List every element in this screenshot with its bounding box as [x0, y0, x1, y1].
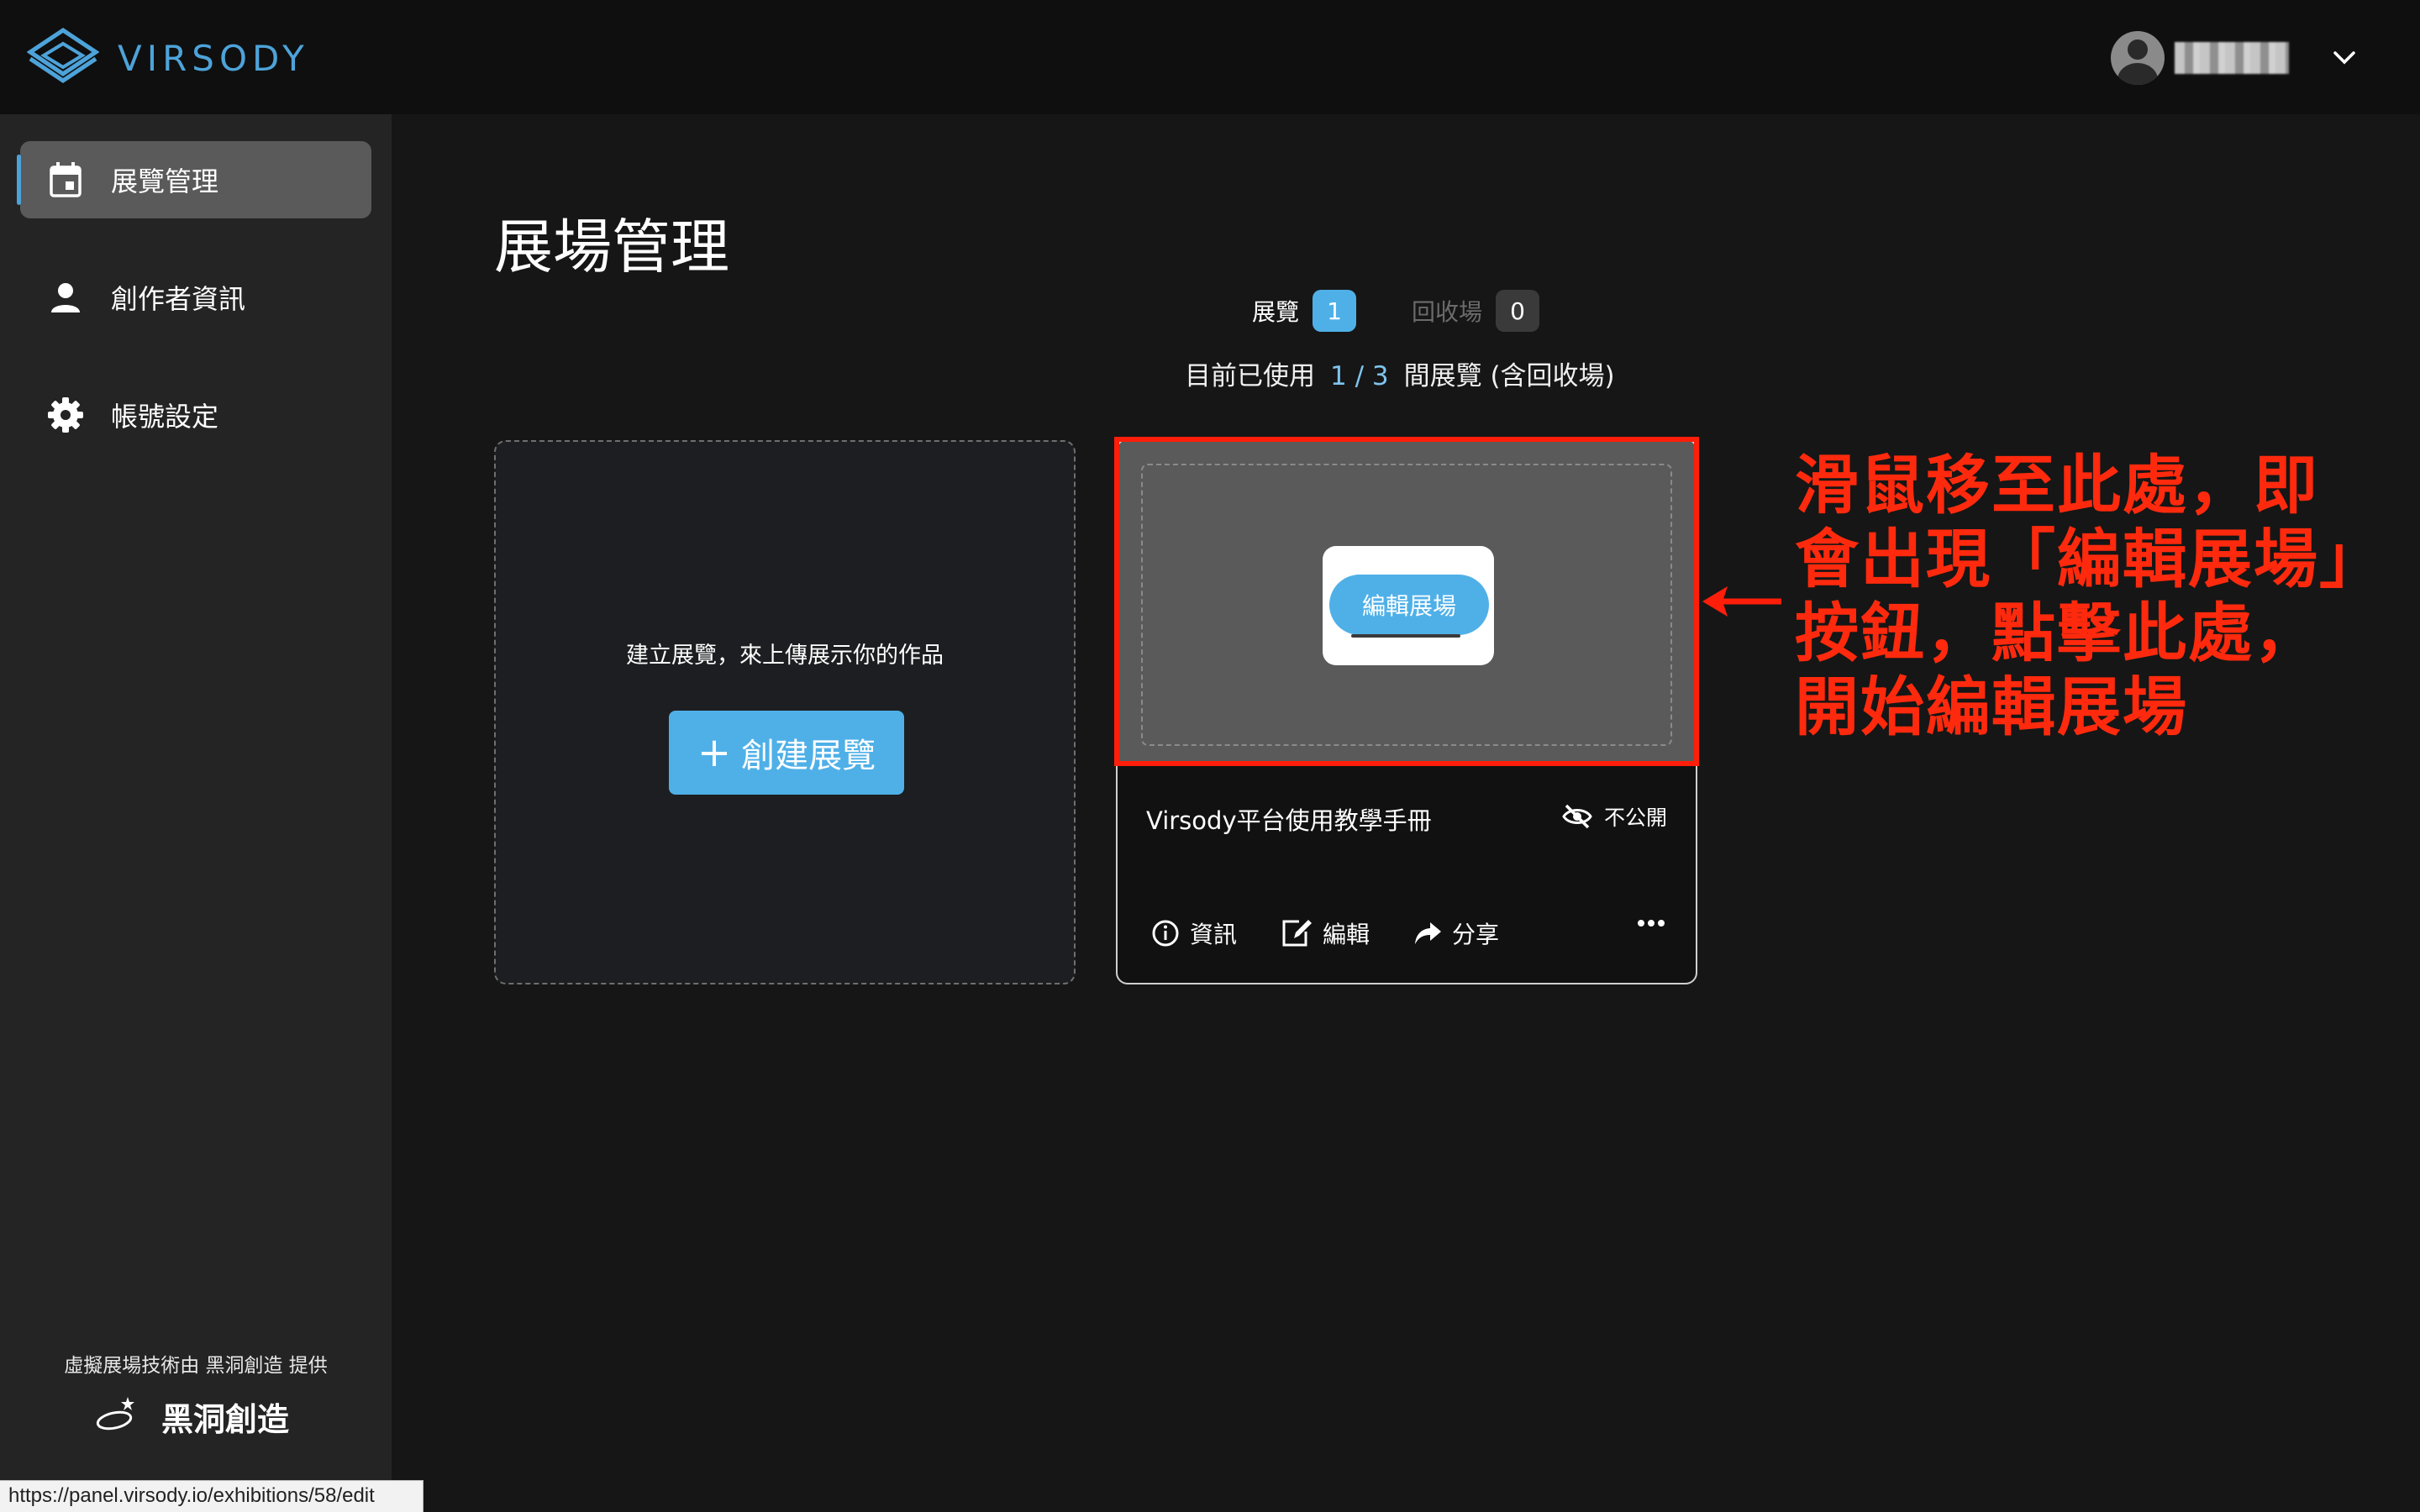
sidebar-item-label: 創作者資訊 [111, 283, 246, 315]
sidebar-item-creator-info[interactable]: 創作者資訊 [20, 259, 371, 336]
create-exhibition-button[interactable]: + 創建展覽 [669, 711, 904, 795]
tab-exhibitions-count: 1 [1313, 290, 1357, 332]
top-bar: VIRSODY [0, 0, 2420, 114]
usage-info: 目前已使用 1 / 3 間展覽 (含回收場) [1185, 354, 1615, 392]
visibility-status[interactable]: 不公開 [1562, 801, 1667, 832]
partner-logo[interactable]: 黑洞創造 [94, 1391, 289, 1441]
user-avatar-icon[interactable] [2111, 31, 2165, 85]
create-exhibition-card: 建立展覽，來上傳展示你的作品 + 創建展覽 [494, 440, 1076, 984]
edit-label: 編輯 [1323, 921, 1370, 948]
tab-exhibitions[interactable]: 展覽 [1252, 294, 1299, 328]
tab-recycle-count: 0 [1496, 290, 1540, 332]
brand-logo[interactable]: VIRSODY [26, 27, 309, 89]
plus-icon: + [697, 729, 732, 776]
username-redacted [2175, 42, 2289, 74]
browser-status-url: https://panel.virsody.io/exhibitions/58/… [0, 1480, 424, 1512]
share-button[interactable]: 分享 [1413, 916, 1499, 950]
sidebar: 展覽管理 創作者資訊 帳號設定 虛擬展場技術由 黑洞創造 提供 黑洞創造 [0, 114, 392, 1512]
gear-icon [47, 396, 84, 433]
exhibition-tabs: 展覽 1 回收場 0 [1252, 289, 1540, 333]
powered-by-text: 虛擬展場技術由 黑洞創造 提供 [64, 1355, 328, 1377]
partner-name: 黑洞創造 [161, 1400, 290, 1438]
share-label: 分享 [1452, 921, 1500, 948]
virsody-logo-icon [26, 27, 100, 89]
chevron-down-icon[interactable] [2328, 41, 2361, 75]
calendar-icon [47, 161, 84, 198]
share-icon [1413, 921, 1442, 946]
annotation-arrow-icon [1702, 583, 1783, 623]
create-button-label: 創建展覽 [741, 737, 876, 775]
card-actions: 資訊 編輯 分享 [1151, 912, 1543, 954]
person-icon [47, 279, 84, 316]
annotation-callout: 滑鼠移至此處，即會出現「編輯展場」按鈕，點擊此處，開始編輯展場 [1795, 448, 2353, 744]
exhibition-title: Virsody平台使用教學手冊 [1146, 806, 1432, 835]
usage-suffix: 間展覽 (含回收場) [1403, 361, 1615, 391]
visibility-label: 不公開 [1603, 806, 1667, 830]
user-menu[interactable] [2111, 30, 2361, 86]
eye-off-icon [1562, 804, 1592, 829]
sidebar-item-account-settings[interactable]: 帳號設定 [20, 376, 371, 454]
exhibition-card[interactable]: 編輯展場 Virsody平台使用教學手冊 不公開 資訊 編輯 分享 [1116, 438, 1697, 984]
edit-venue-button[interactable]: 編輯展場 [1329, 575, 1489, 638]
sidebar-item-label: 展覽管理 [111, 165, 219, 197]
info-icon [1151, 919, 1180, 948]
edit-icon [1281, 918, 1313, 948]
page-title: 展場管理 [494, 213, 729, 281]
sidebar-item-exhibitions[interactable]: 展覽管理 [17, 141, 371, 218]
brand-name: VIRSODY [118, 37, 309, 79]
more-horizontal-icon[interactable] [1637, 919, 1665, 927]
create-hint: 建立展覽，來上傳展示你的作品 [626, 643, 944, 669]
usage-value: 1 / 3 [1330, 361, 1389, 391]
info-button[interactable]: 資訊 [1151, 916, 1237, 950]
info-label: 資訊 [1190, 921, 1238, 948]
edit-button[interactable]: 編輯 [1281, 916, 1370, 950]
thumbnail-placeholder-icon: 編輯展場 [1323, 546, 1494, 665]
blackhole-logo-icon [94, 1394, 141, 1439]
sidebar-item-label: 帳號設定 [111, 401, 219, 433]
tab-recycle[interactable]: 回收場 [1412, 294, 1482, 328]
usage-prefix: 目前已使用 [1185, 361, 1315, 391]
exhibition-thumbnail[interactable]: 編輯展場 [1118, 440, 1696, 766]
